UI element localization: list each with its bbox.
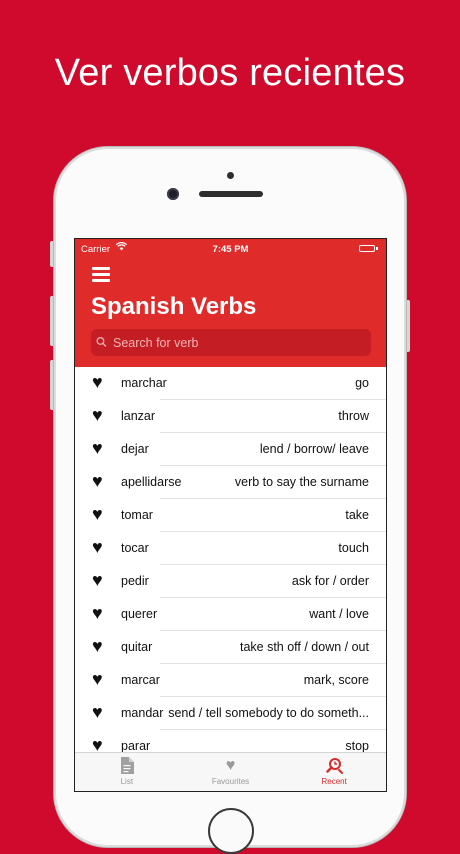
heart-icon[interactable]: ♥ (92, 438, 103, 458)
tab-recent-label: Recent (321, 777, 347, 786)
verb-label: marchar (121, 376, 167, 390)
heart-icon[interactable]: ♥ (92, 702, 103, 722)
heart-icon[interactable]: ♥ (92, 603, 103, 623)
meaning-label: take (345, 508, 369, 522)
tab-list-label: List (120, 777, 134, 786)
list-item[interactable]: ♥ apellidarse verb to say the surname (75, 466, 386, 499)
app-header: Carrier 7:45 PM Spanish Verbs (75, 239, 386, 367)
earpiece-speaker (199, 191, 263, 197)
verb-label: apellidarse (121, 475, 182, 489)
list-item[interactable]: ♥ querer want / love (75, 598, 386, 631)
heart-icon[interactable]: ♥ (92, 570, 103, 590)
verb-label: pedir (121, 574, 149, 588)
tab-recent[interactable]: Recent (282, 753, 386, 791)
recent-search-icon (282, 757, 386, 775)
headline: Ver verbos recientes (54, 52, 406, 94)
heart-icon[interactable]: ♥ (92, 537, 103, 557)
verb-label: marcar (121, 673, 160, 687)
status-time: 7:45 PM (212, 244, 249, 255)
verb-label: querer (121, 607, 158, 621)
search-input[interactable] (113, 335, 343, 350)
heart-icon: ♥ (225, 757, 236, 774)
meaning-label: throw (338, 409, 369, 423)
home-button (208, 808, 254, 854)
page-title: Spanish Verbs (91, 293, 257, 320)
meaning-label: take sth off / down / out (239, 640, 369, 654)
tab-favourites[interactable]: ♥ Favourites (179, 753, 283, 791)
tab-list[interactable]: List (75, 753, 179, 791)
verb-label: tomar (121, 508, 153, 522)
heart-icon[interactable]: ♥ (92, 372, 103, 392)
proximity-sensor (227, 172, 234, 179)
list-item[interactable]: ♥ marcar mark, score (75, 664, 386, 697)
list-item[interactable]: ♥ dejar lend / borrow/ leave (75, 433, 386, 466)
meaning-label: verb to say the surname (234, 475, 369, 489)
front-camera (167, 188, 179, 200)
verb-label: parar (121, 739, 151, 753)
list-item[interactable]: ♥ tocar touch (75, 532, 386, 565)
heart-icon[interactable]: ♥ (92, 669, 103, 689)
search-icon (94, 334, 112, 352)
verb-list: ♥ marchar go ♥ lanzar throw ♥ dejar lend / bor… (75, 367, 386, 763)
battery-tip (376, 247, 378, 250)
heart-icon[interactable]: ♥ (92, 405, 103, 425)
heart-icon[interactable]: ♥ (92, 471, 103, 491)
list-item[interactable]: ♥ tomar take (75, 499, 386, 532)
list-item[interactable]: ♥ pedir ask for / order (75, 565, 386, 598)
list-item[interactable]: ♥ marchar go (75, 367, 386, 400)
verb-label: tocar (121, 541, 149, 555)
tab-favourites-label: Favourites (211, 777, 250, 786)
meaning-label: touch (338, 541, 369, 555)
menu-icon[interactable] (92, 267, 110, 282)
verb-label: mandar (121, 706, 164, 720)
document-icon (75, 757, 179, 775)
meaning-label: want / love (309, 607, 369, 621)
meaning-label: go (355, 376, 369, 390)
phone-screen: Carrier 7:45 PM Spanish Verbs ♥ marchar go… (74, 238, 387, 792)
meaning-label: stop (345, 739, 369, 753)
search-bar[interactable] (91, 329, 371, 356)
status-bar: Carrier 7:45 PM (75, 239, 386, 259)
meaning-label: mark, score (303, 673, 369, 687)
battery-icon (359, 245, 375, 252)
meaning-label: ask for / order (291, 574, 369, 588)
tab-bar: List ♥ Favourites Recent (75, 752, 386, 791)
list-item[interactable]: ♥ mandar send / tell somebody to do someth… (75, 697, 386, 730)
meaning-label: send / tell somebody to do someth... (168, 706, 369, 720)
verb-label: dejar (121, 442, 149, 456)
heart-icon[interactable]: ♥ (92, 636, 103, 656)
meaning-label: lend / borrow/ leave (259, 442, 369, 456)
verb-label: lanzar (121, 409, 156, 423)
heart-icon[interactable]: ♥ (92, 504, 103, 524)
list-item[interactable]: ♥ lanzar throw (75, 400, 386, 433)
verb-label: quitar (121, 640, 153, 654)
list-item[interactable]: ♥ quitar take sth off / down / out (75, 631, 386, 664)
